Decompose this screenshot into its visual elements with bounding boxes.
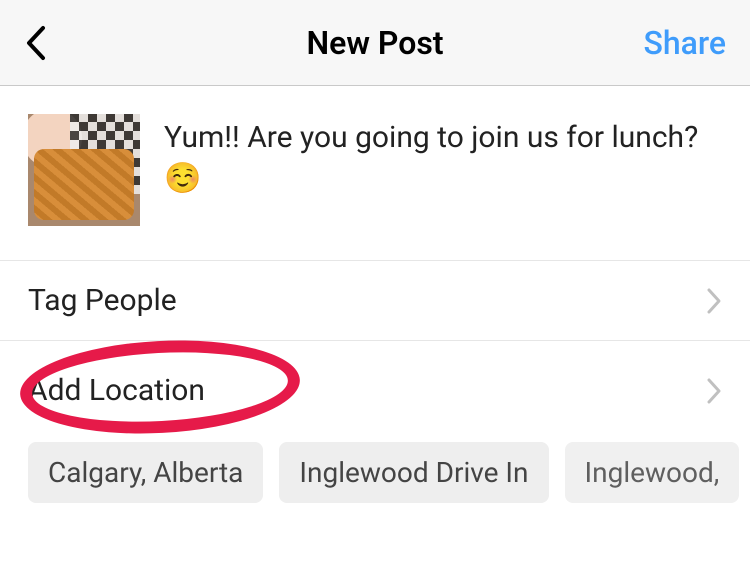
header-bar: New Post Share — [0, 0, 750, 86]
tag-people-row[interactable]: Tag People — [0, 261, 750, 341]
chevron-right-icon — [706, 287, 722, 315]
location-suggestions: Calgary, Alberta Inglewood Drive In Ingl… — [0, 422, 750, 503]
caption-input[interactable]: Yum!! Are you going to join us for lunch… — [164, 114, 722, 199]
add-location-label: Add Location — [28, 373, 205, 408]
share-button[interactable]: Share — [643, 24, 726, 62]
post-thumbnail[interactable] — [28, 114, 140, 226]
chevron-right-icon — [706, 377, 722, 405]
chevron-back-icon — [24, 25, 46, 61]
add-location-row[interactable]: Add Location — [28, 353, 722, 422]
page-title: New Post — [306, 24, 443, 62]
back-button[interactable] — [24, 23, 64, 63]
location-chip[interactable]: Calgary, Alberta — [28, 442, 263, 503]
location-chip[interactable]: Inglewood Drive In — [279, 442, 548, 503]
location-chip[interactable]: Inglewood, — [565, 442, 740, 503]
add-location-container: Add Location — [0, 353, 750, 422]
caption-section: Yum!! Are you going to join us for lunch… — [0, 86, 750, 261]
tag-people-label: Tag People — [28, 283, 177, 318]
